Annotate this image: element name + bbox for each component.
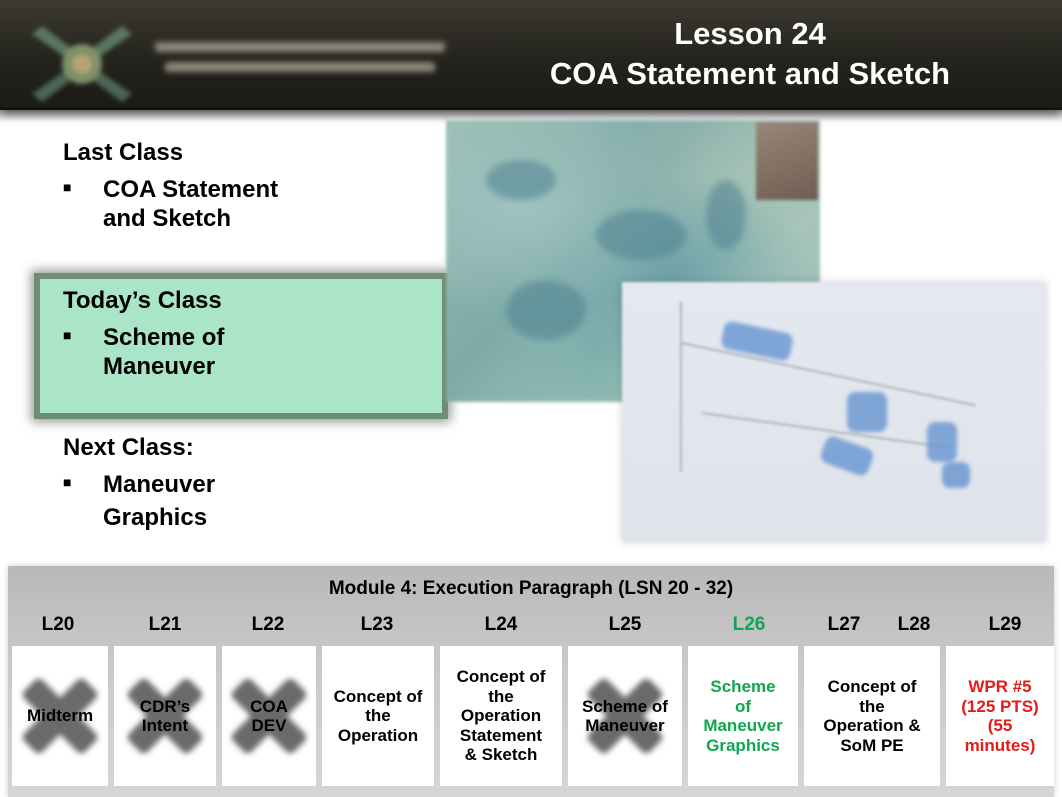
lesson-id-l21: L21 xyxy=(148,614,182,635)
todays-class-item: ■ Scheme of Maneuver xyxy=(63,321,224,383)
todays-class-heading: Today’s Class xyxy=(63,287,222,314)
lesson-cell-l20: Midterm xyxy=(12,646,108,786)
todays-class-item-line: Maneuver xyxy=(103,353,216,380)
square-bullet-icon: ■ xyxy=(63,179,72,195)
lesson-id-l25: L25 xyxy=(608,614,642,635)
next-class-item-line: Maneuver xyxy=(103,471,216,498)
lesson-topic: CDR’s Intent xyxy=(139,696,191,736)
next-class-item: ■ Maneuver Graphics xyxy=(63,468,215,534)
lesson-id-l27: L27 xyxy=(827,614,861,635)
lesson-cell-l29: WPR #5 (125 PTS) (55 minutes) xyxy=(946,646,1054,786)
square-bullet-icon: ■ xyxy=(63,474,72,490)
lesson-cell-l21: CDR’s Intent xyxy=(114,646,216,786)
lesson-id-l23: L23 xyxy=(360,614,394,635)
lesson-topic: Scheme of Maneuver Graphics xyxy=(703,677,783,755)
title-line-2: COA Statement and Sketch xyxy=(549,56,951,91)
next-class-block: Next Class: ■ Maneuver Graphics xyxy=(63,434,215,534)
last-class-block: Last Class ■ COA Statement and Sketch xyxy=(63,139,278,235)
lesson-topic: Scheme of Maneuver xyxy=(582,696,668,736)
lesson-topic: Concept of the Operation & SoM PE xyxy=(823,677,921,755)
todays-class-block: Today’s Class ■ Scheme of Maneuver xyxy=(63,287,224,383)
unit-name-logo-text xyxy=(155,40,455,84)
lesson-topic: COA DEV xyxy=(250,696,288,736)
next-class-heading: Next Class: xyxy=(63,434,194,461)
lesson-id-l28: L28 xyxy=(897,614,931,635)
lesson-id-l22: L22 xyxy=(251,614,285,635)
last-class-item-line: and Sketch xyxy=(103,205,232,232)
lesson-topic: WPR #5 (125 PTS) (55 minutes) xyxy=(961,677,1039,755)
map-corner-photo xyxy=(756,122,818,200)
unit-crest-logo-icon xyxy=(32,26,132,102)
lesson-id-l20: L20 xyxy=(41,614,75,635)
lesson-topic: Midterm xyxy=(26,706,94,726)
slide-header: Lesson 24 COA Statement and Sketch xyxy=(0,0,1062,122)
lesson-id-l24: L24 xyxy=(484,614,518,635)
slide-title: Lesson 24 COA Statement and Sketch xyxy=(490,14,1010,94)
square-bullet-icon: ■ xyxy=(63,327,72,343)
module-title: Module 4: Execution Paragraph (LSN 20 - … xyxy=(328,578,734,599)
lesson-id-l29: L29 xyxy=(988,614,1022,635)
coa-sketch-image xyxy=(622,282,1046,542)
lesson-cell-l23: Concept of the Operation xyxy=(322,646,434,786)
lesson-topic: Concept of the Operation Statement & Ske… xyxy=(456,667,546,765)
lesson-id-l26: L26 xyxy=(732,614,766,635)
next-class-item-line: Graphics xyxy=(103,504,208,531)
last-class-item: ■ COA Statement and Sketch xyxy=(63,173,278,235)
lesson-cell-l27-l28: Concept of the Operation & SoM PE xyxy=(804,646,940,786)
lesson-cell-l26: Scheme of Maneuver Graphics xyxy=(688,646,798,786)
lesson-topic: Concept of the Operation xyxy=(333,686,423,745)
lesson-cell-l22: COA DEV xyxy=(222,646,316,786)
module-schedule: Module 4: Execution Paragraph (LSN 20 - … xyxy=(8,566,1054,797)
lesson-cell-l24: Concept of the Operation Statement & Ske… xyxy=(440,646,562,786)
last-class-heading: Last Class xyxy=(63,139,184,166)
lesson-cell-l25: Scheme of Maneuver xyxy=(568,646,682,786)
title-line-1: Lesson 24 xyxy=(674,16,826,51)
